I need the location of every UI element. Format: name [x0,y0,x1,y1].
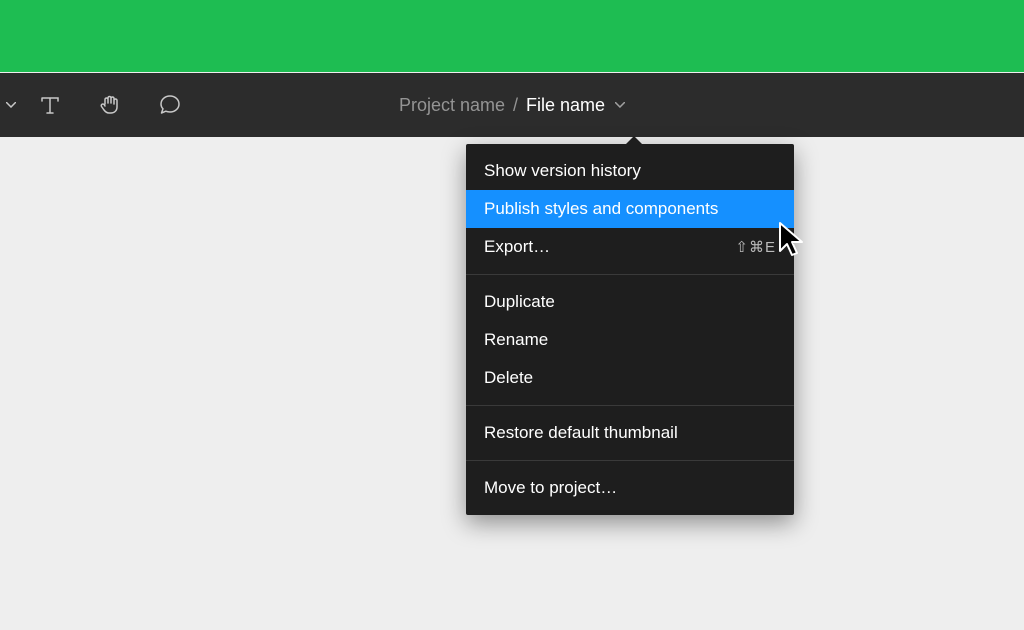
hand-tool-button[interactable] [80,81,140,129]
menu-separator [466,460,794,461]
toolbar-dropdown-button[interactable] [0,81,20,129]
comment-tool-button[interactable] [140,81,200,129]
menu-item-version-history[interactable]: Show version history [466,152,794,190]
header-green-bar [0,0,1024,72]
title-chevron[interactable] [615,102,625,108]
hand-icon [98,93,122,117]
text-icon [39,94,61,116]
menu-item-label: Rename [484,330,548,350]
menu-item-label: Export… [484,237,550,257]
project-name-label: Project name [399,95,505,116]
menu-item-label: Restore default thumbnail [484,423,678,443]
chevron-down-icon [6,102,16,108]
menu-item-move-to-project[interactable]: Move to project… [466,469,794,507]
menu-item-label: Move to project… [484,478,617,498]
file-name-label: File name [526,95,605,116]
menu-item-label: Delete [484,368,533,388]
comment-icon [158,93,182,117]
menu-item-delete[interactable]: Delete [466,359,794,397]
menu-item-restore-thumbnail[interactable]: Restore default thumbnail [466,414,794,452]
menu-item-rename[interactable]: Rename [466,321,794,359]
menu-item-shortcut: ⇧⌘E [735,238,776,256]
chevron-down-icon [615,102,625,108]
file-dropdown-menu: Show version history Publish styles and … [466,144,794,515]
menu-separator [466,274,794,275]
menu-item-publish[interactable]: Publish styles and components [466,190,794,228]
text-tool-button[interactable] [20,81,80,129]
menu-item-export[interactable]: Export… ⇧⌘E [466,228,794,266]
toolbar: Project name / File name [0,73,1024,137]
menu-item-label: Show version history [484,161,641,181]
toolbar-left-group [0,73,200,137]
dropdown-arrow [626,136,642,144]
title-separator: / [513,95,518,116]
menu-item-label: Publish styles and components [484,199,718,219]
menu-item-label: Duplicate [484,292,555,312]
menu-item-duplicate[interactable]: Duplicate [466,283,794,321]
menu-separator [466,405,794,406]
title-area[interactable]: Project name / File name [399,95,625,116]
